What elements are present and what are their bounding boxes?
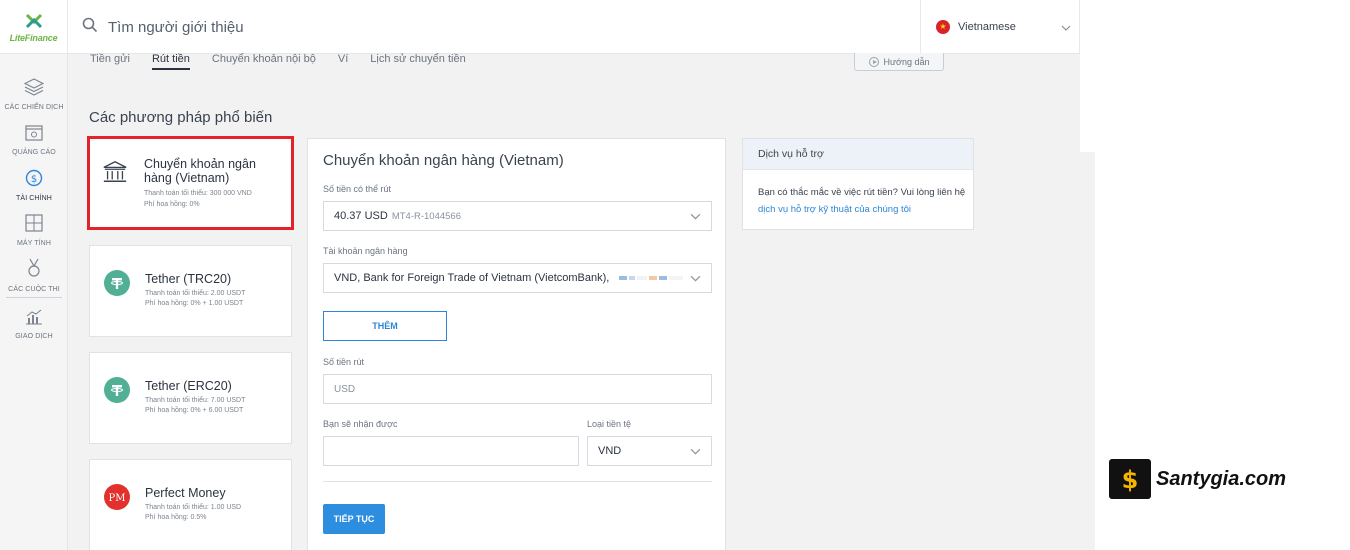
sidebar-item-label: QUẢNG CÁO	[12, 149, 56, 156]
support-link[interactable]: dịch vụ hỗ trợ kỹ thuật của chúng tôi	[758, 204, 911, 215]
withdraw-form: Chuyển khoản ngân hàng (Vietnam) Số tiền…	[307, 138, 726, 550]
chevron-down-icon	[690, 446, 701, 460]
banner-icon	[25, 125, 43, 146]
sidebar-item-label: GIAO DỊCH	[15, 333, 53, 340]
medal-icon	[26, 258, 42, 283]
sidebar-divider	[6, 297, 62, 298]
support-text: Bạn có thắc mắc về việc rút tiền? Vui lò…	[758, 187, 966, 198]
support-box: Dịch vụ hỗ trợ Bạn có thắc mắc về việc r…	[742, 138, 974, 230]
method-min: Thanh toán tối thiểu: 7.00 USDT	[145, 397, 246, 404]
tab-internal-transfer[interactable]: Chuyển khoản nội bộ	[212, 53, 316, 70]
svg-text:$: $	[31, 174, 37, 185]
layers-icon	[23, 78, 45, 101]
svg-text:PM: PM	[109, 493, 126, 504]
method-min: Thanh toán tối thiểu: 300 000 VND	[144, 190, 252, 197]
sidebar-item-trading[interactable]: GIAO DỊCH	[0, 309, 68, 340]
logo-mark-icon	[24, 11, 44, 31]
tab-transfer-history[interactable]: Lịch sử chuyển tiền	[370, 53, 465, 70]
bank-account-label: Tài khoản ngân hàng	[323, 246, 408, 256]
sidebar-item-label: CÁC CHIẾN DỊCH	[4, 104, 64, 111]
sidebar-item-contests[interactable]: CÁC CUỘC THI	[0, 258, 68, 293]
calculator-icon	[25, 214, 43, 237]
logo-text: LiteFinance	[9, 33, 58, 43]
watermark-logo-icon: $	[1109, 459, 1151, 499]
sidebar-item-finance[interactable]: $ TÀI CHÍNH	[0, 169, 68, 202]
watermark: $ Santygia.com	[1109, 459, 1286, 499]
play-icon	[868, 56, 879, 67]
withdraw-amount-input[interactable]: USD	[323, 374, 712, 404]
svg-text:$: $	[1122, 466, 1139, 493]
method-min: Thanh toán tối thiểu: 2.00 USDT	[145, 290, 246, 297]
support-text-block: Bạn có thắc mắc về việc rút tiền? Vui lò…	[758, 184, 968, 218]
logo[interactable]: LiteFinance	[0, 0, 68, 54]
method-name: Chuyển khoản ngân hàng (Vietnam)	[144, 157, 256, 185]
search-icon	[82, 17, 98, 38]
withdraw-amount-placeholder: USD	[334, 383, 356, 395]
method-fee: Phí hoa hồng: 0% + 6.00 USDT	[145, 407, 244, 414]
tab-wallet[interactable]: Ví	[338, 53, 348, 70]
form-divider	[323, 481, 712, 482]
top-header: LiteFinance Tìm người giới thiệu ★ Vietn…	[0, 0, 1095, 54]
chart-icon	[25, 309, 43, 330]
method-card-perfect-money[interactable]: PM Perfect Money Thanh toán tối thiểu: 1…	[89, 459, 292, 550]
continue-button[interactable]: TIẾP TỤC	[323, 504, 385, 534]
form-title: Chuyển khoản ngân hàng (Vietnam)	[323, 152, 564, 169]
sidebar-item-label: TÀI CHÍNH	[16, 195, 52, 202]
method-min: Thanh toán tối thiểu: 1.00 USD	[145, 504, 242, 511]
dollar-icon: $	[25, 169, 43, 192]
sidebar-item-label: CÁC CUỘC THI	[8, 286, 60, 293]
language-label: Vietnamese	[958, 21, 1016, 33]
tab-withdraw[interactable]: Rút tiền	[151, 53, 190, 70]
receive-label: Bạn sẽ nhận được	[323, 419, 398, 429]
available-label: Số tiền có thể rút	[323, 184, 392, 194]
receive-amount-input[interactable]	[323, 436, 579, 466]
chevron-down-icon	[1061, 20, 1071, 38]
bank-account-value: VND, Bank for Foreign Trade of Vietnam (…	[334, 272, 610, 284]
bank-icon	[102, 159, 128, 185]
guide-button[interactable]: Hướng dẫn	[854, 53, 944, 71]
account-select[interactable]: 40.37 USD MT4-R-1044566	[323, 201, 712, 231]
bank-account-select[interactable]: VND, Bank for Foreign Trade of Vietnam (…	[323, 263, 712, 293]
tether-icon	[104, 377, 130, 403]
method-card-tether-erc20[interactable]: Tether (ERC20) Thanh toán tối thiểu: 7.0…	[89, 352, 292, 444]
sidebar-item-label: MÁY TÍNH	[17, 240, 51, 247]
support-title: Dịch vụ hỗ trợ	[743, 139, 973, 170]
sidebar-item-campaigns[interactable]: CÁC CHIẾN DỊCH	[0, 78, 68, 111]
method-name: Perfect Money	[145, 486, 226, 500]
perfect-money-icon: PM	[104, 484, 130, 510]
chevron-down-icon	[690, 273, 701, 287]
vietnam-flag-icon: ★	[936, 20, 950, 34]
search-input[interactable]: Tìm người giới thiệu	[108, 19, 244, 36]
watermark-text: Santygia.com	[1156, 467, 1287, 490]
sidebar-item-ads[interactable]: QUẢNG CÁO	[0, 125, 68, 156]
currency-select[interactable]: VND	[587, 436, 712, 466]
method-fee: Phí hoa hồng: 0%	[144, 201, 200, 208]
method-card-bank[interactable]: Chuyển khoản ngân hàng (Vietnam) Thanh t…	[87, 136, 294, 230]
method-fee: Phí hoa hồng: 0.5%	[145, 514, 207, 521]
chevron-down-icon	[690, 211, 701, 225]
currency-value: VND	[598, 445, 622, 457]
method-fee: Phí hoa hồng: 0% + 1.00 USDT	[145, 300, 244, 307]
method-name: Tether (TRC20)	[145, 272, 232, 286]
currency-label: Loại tiền tệ	[587, 419, 632, 429]
available-amount: 40.37 USD	[334, 210, 388, 222]
method-card-tether-trc20[interactable]: Tether (TRC20) Thanh toán tối thiểu: 2.0…	[89, 245, 292, 337]
add-account-button[interactable]: THÊM	[323, 311, 447, 341]
tab-deposit[interactable]: Tiền gửi	[90, 53, 130, 70]
available-account: MT4-R-1044566	[391, 210, 461, 222]
guide-label: Hướng dẫn	[883, 56, 930, 67]
search-bar[interactable]: Tìm người giới thiệu	[82, 0, 244, 54]
redacted-account-number	[617, 276, 684, 280]
section-title: Các phương pháp phổ biến	[89, 109, 273, 126]
tab-bar: Tiền gửi Rút tiền Chuyển khoản nội bộ Ví…	[90, 53, 488, 73]
tether-icon	[104, 270, 130, 296]
language-selector[interactable]: ★ Vietnamese	[920, 0, 1080, 54]
sidebar-item-calculator[interactable]: MÁY TÍNH	[0, 214, 68, 247]
method-name: Tether (ERC20)	[145, 379, 232, 393]
sidebar: CÁC CHIẾN DỊCH QUẢNG CÁO $ TÀI CHÍNH MÁY…	[0, 54, 68, 550]
withdraw-amount-label: Số tiền rút	[323, 357, 365, 367]
